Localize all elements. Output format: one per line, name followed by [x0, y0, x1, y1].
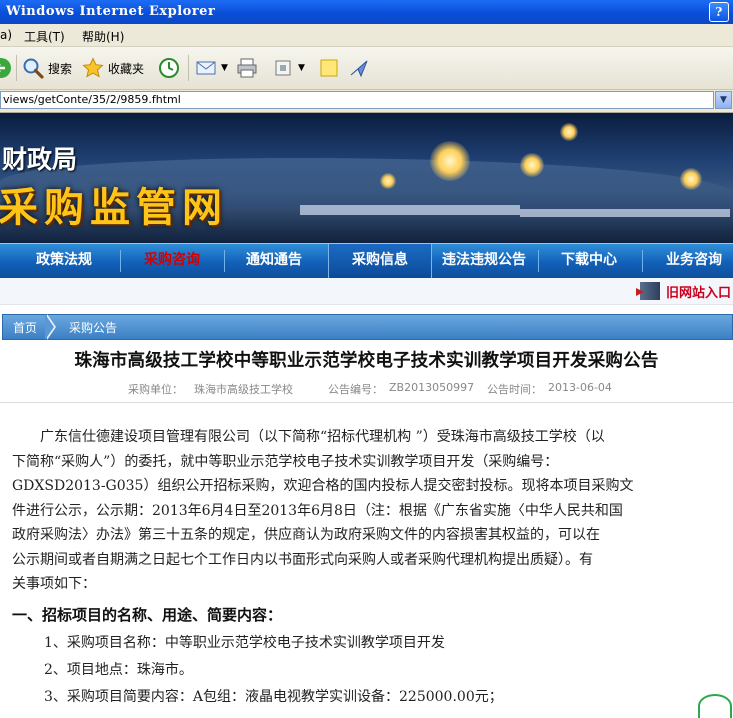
back-button[interactable] — [0, 55, 16, 81]
body-line: 下简称“采购人”）的委托，就中等职业示范学校电子技术实训教学项目开发（采购编号： — [12, 453, 559, 470]
section-heading: 一、招标项目的名称、用途、简要内容： — [12, 606, 283, 624]
menu-item-help[interactable]: 帮助(H) — [82, 28, 124, 45]
article-body: 广东信仕德建设项目管理有限公司（以下简称“招标代理机构 ”）受珠海市高级技工学校… — [12, 425, 730, 597]
help-button[interactable]: ? — [709, 2, 729, 22]
note-icon — [320, 59, 338, 77]
mail-icon — [196, 61, 216, 75]
divider — [0, 402, 733, 403]
messenger-button[interactable] — [348, 55, 374, 81]
messenger-icon — [350, 60, 368, 78]
mail-button[interactable]: ▼ — [195, 55, 228, 81]
nav-item-consult[interactable]: 采购咨询 — [122, 244, 222, 278]
nav-item-policy[interactable]: 政策法规 — [14, 244, 114, 278]
meta-time-value: 2013-06-04 — [548, 381, 612, 394]
body-line: 政府采购法〉办法》第三十五条的规定，供应商认为政府采购文件的内容损害其权益的，可… — [12, 527, 600, 543]
banner-site-name: 采购监管网 — [0, 184, 228, 231]
nav-item-violations[interactable]: 违法违规公告 — [434, 244, 534, 278]
toolbar: 搜索 收藏夹 ▼ ▼ — [0, 47, 733, 90]
nav-item-downloads[interactable]: 下载中心 — [540, 244, 638, 278]
window-title: Windows Internet Explorer — [6, 4, 216, 19]
site-banner: 财政局 采购监管网 — [0, 113, 733, 243]
old-site-label: 旧网站入口 — [666, 285, 732, 301]
toolbar-separator — [16, 55, 17, 81]
print-button[interactable] — [236, 55, 262, 81]
menu-item-tools[interactable]: 工具(T) — [24, 28, 65, 45]
address-input[interactable]: views/getConte/35/2/9859.fhtml — [0, 91, 714, 109]
article-title: 珠海市高级技工学校中等职业示范学校电子技术实训教学项目开发采购公告 — [74, 351, 659, 371]
meta-code-value: ZB2013050997 — [389, 381, 475, 394]
notes-button[interactable] — [318, 55, 344, 81]
page-icon — [275, 60, 291, 76]
window-titlebar: Windows Internet Explorer ? — [0, 0, 733, 24]
nav-item-procurement-info[interactable]: 采购信息 — [328, 244, 432, 278]
chevron-down-icon: ▼ — [720, 95, 727, 105]
history-button[interactable] — [158, 55, 184, 81]
menu-item-partial[interactable]: a) — [0, 28, 12, 42]
menu-bar: a) 工具(T) 帮助(H) — [0, 24, 733, 47]
floating-widget-icon[interactable] — [698, 694, 732, 718]
meta-unit-value: 珠海市高级技工学校 — [194, 383, 293, 396]
search-button[interactable]: 搜索 — [22, 55, 72, 81]
nav-item-business-consult[interactable]: 业务咨询 — [644, 244, 733, 278]
body-line: 广东信仕德建设项目管理有限公司（以下简称“招标代理机构 ”）受珠海市高级技工学校… — [12, 429, 605, 445]
old-site-link[interactable]: 旧网站入口 — [636, 282, 732, 301]
breadcrumb-home[interactable]: 首页 — [13, 319, 37, 336]
breadcrumb-current[interactable]: 采购公告 — [69, 319, 117, 336]
body-line: 件进行公示，公示期：2013年6月4日至2013年6月8日（注：根据《广东省实施… — [12, 502, 623, 519]
chevron-down-icon: ▼ — [221, 63, 228, 73]
search-label: 搜索 — [48, 61, 73, 76]
section-item: 3、采购项目简要内容：A包组：液晶电视教学实训设备：225000.00元； — [44, 689, 503, 705]
address-dropdown-button[interactable]: ▼ — [715, 91, 732, 109]
favorites-button[interactable]: 收藏夹 — [82, 55, 144, 81]
history-icon — [159, 58, 179, 78]
printer-icon — [237, 58, 257, 78]
sub-bar: 旧网站入口 — [0, 278, 733, 305]
back-arrow-icon — [0, 58, 11, 78]
banner-org-name: 财政局 — [2, 145, 78, 174]
section-item: 2、项目地点：珠海市。 — [44, 662, 193, 678]
section-item: 1、采购项目名称：中等职业示范学校电子技术实训教学项目开发 — [44, 635, 445, 651]
meta-unit-label: 采购单位： — [128, 383, 183, 396]
meta-code-label: 公告编号： — [328, 383, 383, 396]
body-line: 关事项如下： — [12, 576, 96, 592]
address-bar: views/getConte/35/2/9859.fhtml ▼ — [0, 90, 733, 113]
chevron-down-icon: ▼ — [298, 63, 305, 73]
search-icon — [23, 58, 44, 79]
nav-item-notices[interactable]: 通知通告 — [226, 244, 322, 278]
body-line: 公示期间或者自期满之日起七个工作日内以书面形式向采购人或者采购代理机构提出质疑）… — [12, 551, 593, 568]
door-enter-icon — [636, 282, 660, 300]
favorites-label: 收藏夹 — [108, 61, 145, 76]
star-icon — [82, 57, 104, 78]
toolbar-separator — [188, 55, 189, 81]
meta-time-label: 公告时间： — [487, 383, 542, 396]
breadcrumb: 首页 采购公告 — [2, 314, 733, 340]
main-nav: 政策法规 采购咨询 通知通告 采购信息 违法违规公告 下载中心 业务咨询 — [0, 243, 733, 279]
body-line: GDXSD2013-G035）组织公开招标采购，欢迎合格的国内投标人提交密封投标… — [12, 478, 634, 494]
edit-button[interactable]: ▼ — [272, 55, 305, 81]
